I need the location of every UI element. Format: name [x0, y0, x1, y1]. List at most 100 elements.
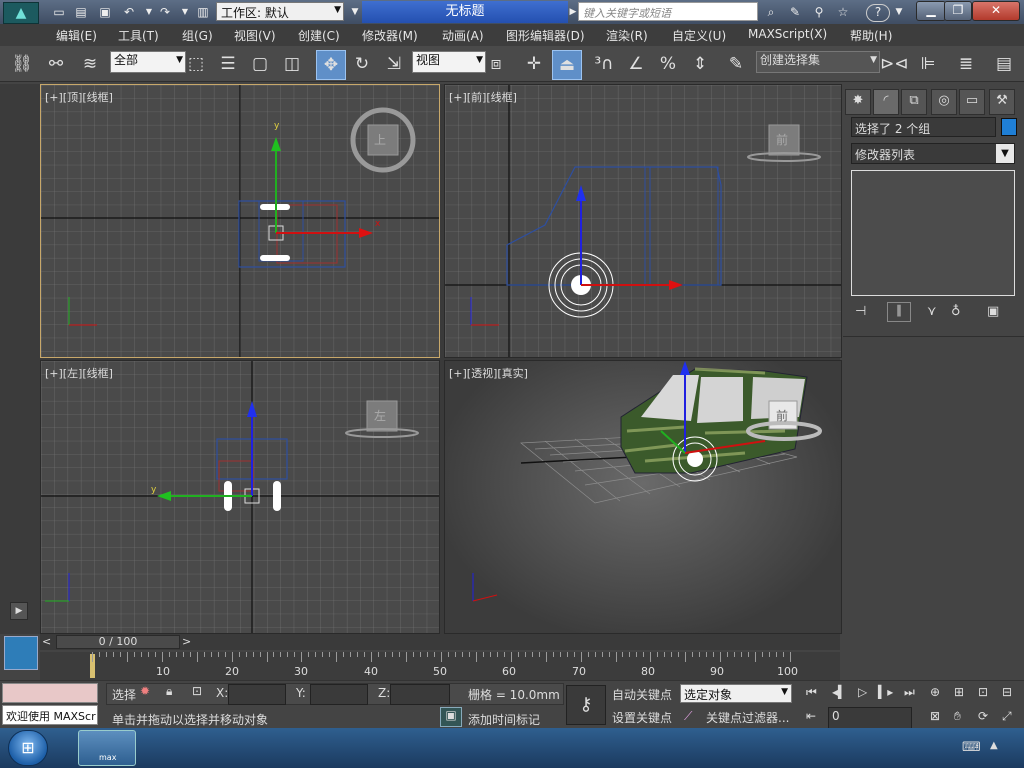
y-coord-field[interactable] — [310, 684, 368, 705]
go-to-start-icon[interactable]: ⏮ — [806, 685, 817, 700]
track-bar[interactable]: 10 20 30 40 50 60 70 80 90 100 — [40, 652, 840, 680]
configure-modifier-sets-icon[interactable]: ▣ — [987, 304, 999, 319]
menu-tools[interactable]: 工具(T) — [118, 27, 159, 44]
viewcube-perspective-face[interactable]: 前 — [776, 407, 788, 424]
zoom-icon[interactable]: ⊕ — [930, 685, 940, 699]
help-dropdown-icon[interactable]: ▼ — [890, 4, 908, 20]
utilities-tab-icon[interactable]: ⚒ — [989, 89, 1015, 115]
modify-tab-icon[interactable]: ◜ — [873, 89, 899, 115]
communication-center-icon[interactable]: ✎ — [786, 4, 804, 20]
object-color-swatch[interactable] — [1001, 118, 1017, 136]
time-slider[interactable]: < 0 / 100 > — [40, 634, 840, 650]
hierarchy-tab-icon[interactable]: ⧉ — [901, 89, 927, 115]
app-logo-icon[interactable]: ▲ — [3, 2, 39, 24]
project-folder-icon[interactable]: ▥ — [194, 4, 212, 20]
x-coord-field[interactable] — [228, 684, 286, 705]
mirror-icon[interactable]: ⊳⊲ — [880, 50, 909, 78]
key-filters-curve-icon[interactable]: ⟋ — [684, 709, 692, 724]
add-time-tag-label[interactable]: 添加时间标记 — [468, 711, 540, 728]
orbit-icon[interactable]: ⟳ — [978, 709, 988, 723]
absolute-mode-icon[interactable]: ⊡ — [192, 684, 202, 698]
save-file-icon[interactable]: ▣ — [96, 4, 114, 20]
create-tab-icon[interactable]: ✸ — [845, 89, 871, 115]
redo-dropdown-icon[interactable]: ▼ — [176, 4, 194, 20]
redo-icon[interactable]: ↷ — [156, 4, 174, 20]
rectangular-selection-icon[interactable]: ▢ — [246, 50, 274, 78]
selection-lock-icon[interactable]: 🔒︎ — [166, 684, 172, 699]
reference-coordinate-dropdown[interactable]: 视图 ▼ — [412, 51, 486, 73]
align-icon[interactable]: ⊫ — [914, 50, 942, 78]
snaps-toggle-icon[interactable]: ³∩ — [590, 50, 618, 78]
show-end-result-icon[interactable]: ∥ — [887, 302, 911, 322]
viewport-perspective[interactable]: [+][透视][真实] 前 — [444, 360, 842, 634]
viewport-left-label[interactable]: [+][左][线框] — [45, 365, 113, 381]
remove-modifier-icon[interactable]: ♁ — [951, 304, 961, 319]
key-mode-dropdown[interactable]: 选定对象 ▼ — [680, 684, 792, 703]
named-selection-dropdown[interactable]: 创建选择集 ▼ — [756, 51, 880, 73]
menu-graph-editors[interactable]: 图形编辑器(D) — [506, 27, 585, 44]
open-file-icon[interactable]: ▤ — [72, 4, 90, 20]
expand-arrow-icon[interactable]: ▶ — [10, 602, 28, 620]
current-frame-field[interactable]: 0 — [828, 707, 912, 730]
isolate-bulb-icon[interactable]: ✹ — [140, 684, 150, 698]
window-crossing-icon[interactable]: ◫ — [278, 50, 306, 78]
viewcube-top-face[interactable]: 上 — [374, 131, 386, 148]
set-key-button[interactable]: 设置关键点 — [612, 709, 672, 726]
viewcube-left-face[interactable]: 左 — [374, 407, 386, 424]
go-to-end-icon[interactable]: ⏭ — [904, 685, 915, 700]
modifier-list-dropdown[interactable]: 修改器列表 ▼ — [851, 143, 1015, 164]
viewport-top[interactable]: [+][顶][线框] 上 y x — [40, 84, 440, 358]
time-slider-thumb[interactable]: 0 / 100 — [56, 635, 180, 649]
viewport-top-label[interactable]: [+][顶][线框] — [45, 89, 113, 105]
bind-to-space-warp-icon[interactable]: ≋ — [76, 50, 104, 78]
auto-key-button[interactable]: 自动关键点 — [612, 686, 672, 703]
new-file-icon[interactable]: ▭ — [50, 4, 68, 20]
select-by-name-icon[interactable]: ☰ — [214, 50, 242, 78]
next-frame-icon[interactable]: ▍▸ — [878, 685, 893, 699]
menu-help[interactable]: 帮助(H) — [850, 27, 892, 44]
viewport-layout-icon[interactable] — [4, 636, 38, 670]
display-tab-icon[interactable]: ▭ — [959, 89, 985, 115]
time-tag-icon[interactable]: ▣ — [440, 707, 462, 727]
select-and-move-icon[interactable]: ✥ — [316, 50, 346, 80]
menu-customize[interactable]: 自定义(U) — [672, 27, 726, 44]
spinner-snap-icon[interactable]: ⇕ — [686, 50, 714, 78]
select-and-rotate-icon[interactable]: ↻ — [348, 50, 376, 78]
previous-frame-icon[interactable]: ◂▍ — [832, 685, 847, 699]
zoom-extents-icon[interactable]: ⊡ — [978, 685, 988, 699]
z-coord-field[interactable] — [390, 684, 450, 705]
favorites-star-icon[interactable]: ☆ — [834, 4, 852, 20]
maxscript-listener[interactable]: 欢迎使用 MAXScr — [2, 705, 98, 725]
menu-edit[interactable]: 编辑(E) — [56, 27, 97, 44]
viewport-front-label[interactable]: [+][前][线框] — [449, 89, 517, 105]
keyboard-icon[interactable]: ⌨ — [962, 740, 981, 755]
show-hidden-icons-icon[interactable]: ▲ — [990, 740, 998, 751]
subscription-icon[interactable]: ⚲ — [810, 4, 828, 20]
menu-modifiers[interactable]: 修改器(M) — [362, 27, 418, 44]
maximize-button[interactable]: ❐ — [944, 1, 972, 21]
viewport-left[interactable]: [+][左][线框] 左 y — [40, 360, 440, 634]
time-configuration-icon[interactable]: ⇤ — [806, 709, 816, 723]
prev-frame-arrow-icon[interactable]: < — [42, 635, 56, 649]
play-icon[interactable]: ▷ — [858, 685, 867, 699]
close-button[interactable]: ✕ — [972, 1, 1020, 21]
workspace-dropdown[interactable]: 工作区: 默认 ▼ — [216, 2, 344, 21]
search-input[interactable]: 键入关键字或短语 — [578, 2, 758, 21]
menu-animation[interactable]: 动画(A) — [442, 27, 484, 44]
menu-maxscript[interactable]: MAXScript(X) — [748, 27, 827, 41]
render-setup-icon[interactable]: ▤ — [990, 50, 1018, 78]
field-of-view-icon[interactable]: ⊠ — [930, 709, 940, 723]
taskbar-app-3dsmax[interactable]: max — [78, 730, 136, 766]
key-icon[interactable]: ⚷ — [566, 685, 606, 725]
select-and-scale-icon[interactable]: ⇲ — [380, 50, 408, 78]
keyboard-shortcut-override-icon[interactable]: ⏏ — [552, 50, 582, 80]
modifier-stack-list[interactable] — [851, 170, 1015, 296]
viewport-perspective-label[interactable]: [+][透视][真实] — [449, 365, 528, 381]
layer-manager-icon[interactable]: ≣ — [952, 50, 980, 78]
select-and-link-icon[interactable]: ⛓ — [8, 50, 36, 78]
viewport-front[interactable]: [+][前][线框] 前 — [444, 84, 842, 358]
help-icon[interactable]: ? — [866, 4, 890, 22]
edit-named-selection-icon[interactable]: ✎ — [722, 50, 750, 78]
undo-icon[interactable]: ↶ — [120, 4, 138, 20]
unlink-selection-icon[interactable]: ⚯ — [42, 50, 70, 78]
